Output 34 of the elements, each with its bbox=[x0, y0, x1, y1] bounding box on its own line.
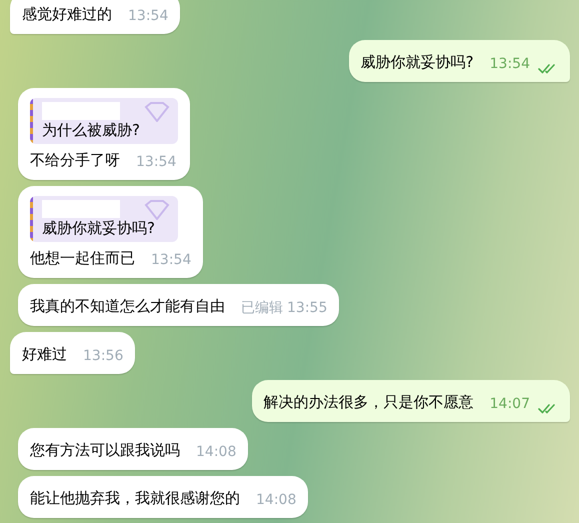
quote-text: 为什么被威胁? bbox=[42, 120, 141, 140]
message-time: 13:54 bbox=[151, 251, 192, 270]
message-time: 13:54 bbox=[490, 55, 530, 74]
message-text: 他想一起住而已 bbox=[30, 248, 135, 269]
message-text: 不给分手了呀 bbox=[30, 150, 120, 171]
message-bubble[interactable]: 感觉好难过的 13:54 bbox=[10, 0, 180, 34]
message-bubble[interactable]: 能让他抛弃我，我就很感谢您的 14:08 bbox=[18, 476, 308, 518]
message-bubble[interactable]: 您有方法可以跟我说吗 14:08 bbox=[18, 428, 248, 470]
message-time: 14:07 bbox=[490, 395, 530, 414]
message-text: 我真的不知道怎么才能有自由 bbox=[30, 296, 225, 317]
message-text: 威胁你就妥协吗? bbox=[360, 52, 474, 73]
message-bubble[interactable]: 好难过 13:56 bbox=[10, 332, 136, 374]
message-time: 14:08 bbox=[256, 491, 296, 510]
message-bubble[interactable]: 威胁你就妥协吗? 13:54 bbox=[348, 40, 570, 82]
reply-quote[interactable]: 为什么被威胁? bbox=[30, 98, 178, 144]
message-time: 13:54 bbox=[128, 7, 168, 26]
message-time: 13:56 bbox=[83, 347, 124, 366]
message-time: 14:08 bbox=[196, 443, 236, 462]
message-text: 好难过 bbox=[22, 344, 67, 365]
message-text: 解决的办法很多，只是你不愿意 bbox=[264, 392, 474, 413]
message-time: 13:55 bbox=[287, 299, 328, 318]
edited-label: 已编辑 bbox=[241, 299, 283, 318]
message-text: 能让他抛弃我，我就很感谢您的 bbox=[30, 488, 240, 509]
message-time: 13:54 bbox=[136, 153, 176, 172]
quote-text: 威胁你就妥协吗? bbox=[42, 218, 156, 238]
message-bubble[interactable]: 解决的办法很多，只是你不愿意 14:07 bbox=[252, 380, 570, 422]
emblem-icon bbox=[144, 102, 170, 122]
reply-quote[interactable]: 威胁你就妥协吗? bbox=[30, 196, 178, 242]
message-text: 感觉好难过的 bbox=[22, 4, 112, 25]
message-text: 您有方法可以跟我说吗 bbox=[30, 440, 180, 461]
message-bubble[interactable]: 我真的不知道怎么才能有自由 已编辑 13:55 bbox=[18, 284, 340, 326]
message-bubble[interactable]: 威胁你就妥协吗? 他想一起住而已 13:54 bbox=[18, 186, 204, 278]
message-bubble[interactable]: 为什么被威胁? 不给分手了呀 13:54 bbox=[18, 88, 190, 180]
emblem-icon bbox=[144, 200, 170, 220]
